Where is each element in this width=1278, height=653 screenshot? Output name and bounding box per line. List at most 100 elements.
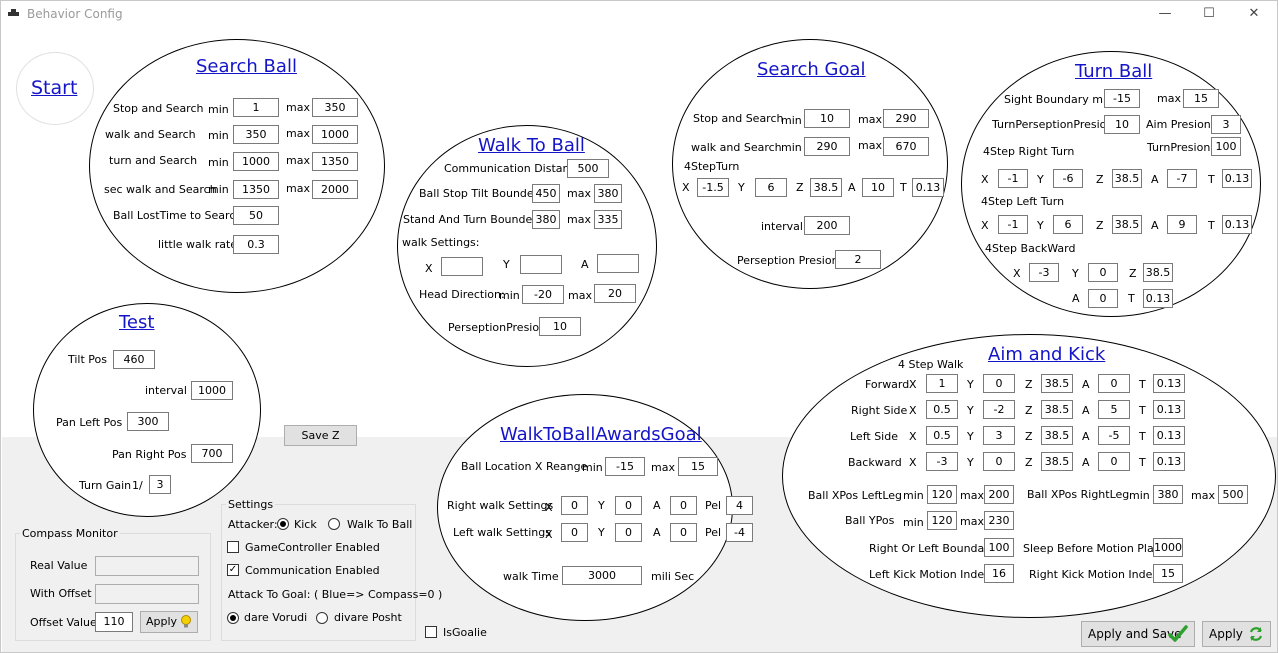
is-goalie-checkbox[interactable] (425, 626, 437, 638)
wtb-tilt-input[interactable]: 450 (532, 184, 560, 203)
sb-sec-max-input[interactable]: 2000 (312, 180, 358, 199)
ak-row0-t-input[interactable]: 0.13 (1153, 374, 1185, 393)
test-interval-input[interactable]: 1000 (191, 381, 233, 400)
walk-to-ball-radio-label[interactable]: Walk To Ball (347, 518, 412, 531)
ak-row0-y-input[interactable]: 0 (983, 374, 1015, 393)
sg-z-input[interactable]: 38.5 (810, 178, 842, 197)
wtb-pp-input[interactable]: 10 (539, 317, 581, 336)
tb-tp-input[interactable]: 100 (1211, 137, 1241, 156)
dare-vorudi-label[interactable]: dare Vorudi (244, 611, 307, 624)
walk-to-ball-radio[interactable] (328, 518, 340, 530)
sb-lost-input[interactable]: 50 (233, 206, 279, 225)
apply-and-save-button[interactable]: Apply and Save (1081, 621, 1195, 647)
ak-row3-x-input[interactable]: -3 (926, 452, 958, 471)
tb-aim-input[interactable]: 3 (1211, 115, 1241, 134)
ag-right-pel-input[interactable]: 4 (726, 496, 753, 515)
ak-row0-x-input[interactable]: 1 (926, 374, 958, 393)
tb-sight-min-input[interactable]: -15 (1104, 89, 1140, 108)
test-gain-input[interactable]: 3 (149, 475, 171, 494)
ag-right-y-input[interactable]: 0 (615, 496, 642, 515)
sg-y-input[interactable]: 6 (755, 178, 787, 197)
tb-right-y-input[interactable]: -6 (1053, 169, 1083, 188)
tb-left-x-input[interactable]: -1 (998, 215, 1028, 234)
ag-left-a-input[interactable]: 0 (670, 523, 697, 542)
sg-walk-min-input[interactable]: 290 (804, 137, 850, 156)
ak-row2-z-input[interactable]: 38.5 (1041, 426, 1073, 445)
ag-left-y-input[interactable]: 0 (615, 523, 642, 542)
wtb-x-input[interactable] (441, 257, 483, 276)
wtb-head-min-input[interactable]: -20 (522, 285, 564, 304)
compass-apply-button[interactable]: Apply (140, 611, 198, 633)
ag-time-input[interactable]: 3000 (562, 566, 642, 585)
sg-x-input[interactable]: -1.5 (697, 178, 729, 197)
gamecontroller-label[interactable]: GameController Enabled (245, 541, 380, 554)
ak-bxr-min-input[interactable]: 380 (1153, 485, 1183, 504)
tb-back-t-input[interactable]: 0.13 (1143, 289, 1173, 308)
sb-turn-max-input[interactable]: 1350 (312, 152, 358, 171)
tb-right-a-input[interactable]: -7 (1167, 169, 1197, 188)
sb-walk-min-input[interactable]: 350 (233, 125, 279, 144)
wtb-head-max-input[interactable]: 20 (594, 284, 636, 303)
sg-t-input[interactable]: 0.13 (912, 178, 944, 197)
ak-row2-x-input[interactable]: 0.5 (926, 426, 958, 445)
communication-checkbox[interactable]: ✓ (227, 564, 239, 576)
tb-left-z-input[interactable]: 38.5 (1112, 215, 1142, 234)
ag-loc-min-input[interactable]: -15 (605, 457, 645, 476)
search-goal-title[interactable]: Search Goal (757, 59, 866, 80)
tb-right-x-input[interactable]: -1 (998, 169, 1028, 188)
minimize-button[interactable]: — (1155, 5, 1175, 23)
ak-sleep-input[interactable]: 1000 (1153, 538, 1183, 557)
ak-row3-t-input[interactable]: 0.13 (1153, 452, 1185, 471)
wtb-comm-input[interactable]: 500 (567, 159, 609, 178)
kick-radio-label[interactable]: Kick (294, 518, 317, 531)
sb-stop-min-input[interactable]: 1 (233, 98, 279, 117)
wtb-a-input[interactable] (597, 254, 639, 273)
ag-loc-max-input[interactable]: 15 (678, 457, 718, 476)
ag-right-x-input[interactable]: 0 (561, 496, 588, 515)
divare-posht-radio[interactable] (316, 612, 328, 624)
wtb-y-input[interactable] (520, 255, 562, 274)
ag-left-x-input[interactable]: 0 (561, 523, 588, 542)
ak-row2-y-input[interactable]: 3 (983, 426, 1015, 445)
ak-row1-y-input[interactable]: -2 (983, 400, 1015, 419)
sb-sec-min-input[interactable]: 1350 (233, 180, 279, 199)
tb-back-x-input[interactable]: -3 (1029, 263, 1059, 282)
ak-row1-t-input[interactable]: 0.13 (1153, 400, 1185, 419)
ak-row1-z-input[interactable]: 38.5 (1041, 400, 1073, 419)
divare-posht-label[interactable]: divare Posht (334, 611, 402, 624)
sg-stop-max-input[interactable]: 290 (883, 109, 929, 128)
tb-left-a-input[interactable]: 9 (1167, 215, 1197, 234)
tb-left-y-input[interactable]: 6 (1053, 215, 1083, 234)
tb-sight-max-input[interactable]: 15 (1183, 89, 1219, 108)
sg-pp-input[interactable]: 2 (835, 250, 881, 269)
ak-row1-x-input[interactable]: 0.5 (926, 400, 958, 419)
sb-rate-input[interactable]: 0.3 (233, 235, 279, 254)
sg-walk-max-input[interactable]: 670 (883, 137, 929, 156)
sb-walk-max-input[interactable]: 1000 (312, 125, 358, 144)
dare-vorudi-radio[interactable] (227, 612, 239, 624)
sb-stop-max-input[interactable]: 350 (312, 98, 358, 117)
ak-row3-y-input[interactable]: 0 (983, 452, 1015, 471)
start-link[interactable]: Start (31, 77, 77, 99)
sg-stop-min-input[interactable]: 10 (804, 109, 850, 128)
wtb-stand-input[interactable]: 380 (532, 210, 560, 229)
save-z-button[interactable]: Save Z (284, 425, 357, 446)
tb-tpp-input[interactable]: 10 (1104, 115, 1140, 134)
ak-by-max-input[interactable]: 230 (984, 511, 1014, 530)
ak-row2-t-input[interactable]: 0.13 (1153, 426, 1185, 445)
tb-left-t-input[interactable]: 0.13 (1222, 215, 1252, 234)
wtb-stand-max-input[interactable]: 335 (594, 210, 622, 229)
search-ball-title[interactable]: Search Ball (196, 56, 297, 77)
walk-to-ball-title[interactable]: Walk To Ball (478, 135, 585, 156)
sb-turn-min-input[interactable]: 1000 (233, 152, 279, 171)
gamecontroller-checkbox[interactable] (227, 541, 239, 553)
sg-interval-input[interactable]: 200 (804, 216, 850, 235)
close-button[interactable]: ✕ (1244, 5, 1264, 23)
turn-ball-title[interactable]: Turn Ball (1075, 61, 1152, 82)
ak-row2-a-input[interactable]: -5 (1098, 426, 1130, 445)
ak-row1-a-input[interactable]: 5 (1098, 400, 1130, 419)
ak-row0-a-input[interactable]: 0 (1098, 374, 1130, 393)
ak-lk-input[interactable]: 16 (984, 564, 1014, 583)
ak-rk-input[interactable]: 15 (1153, 564, 1183, 583)
wtb-tilt-max-input[interactable]: 380 (594, 184, 622, 203)
